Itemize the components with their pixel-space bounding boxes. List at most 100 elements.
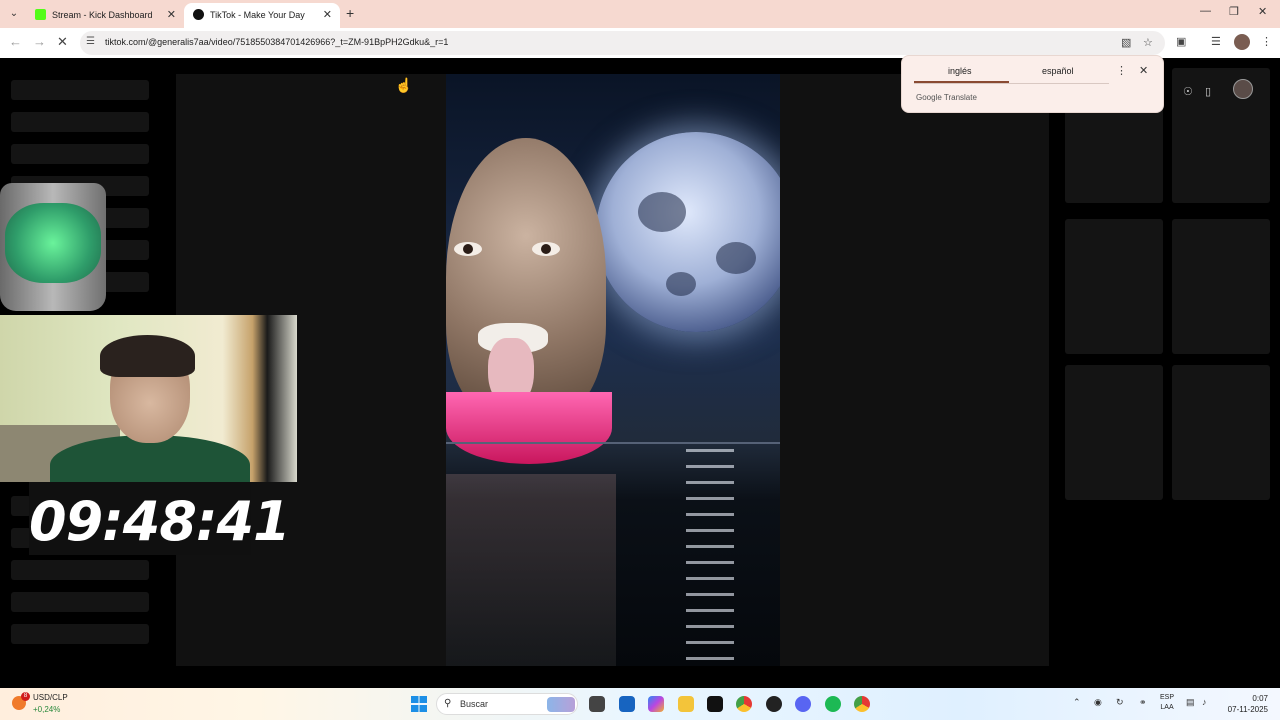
tab-search-chevron-icon[interactable]: ⌄	[6, 6, 22, 22]
chrome-active-icon[interactable]	[854, 696, 870, 712]
extensions-icon[interactable]: ▣	[1176, 35, 1186, 48]
kick-favicon-icon	[35, 9, 46, 20]
search-label: Buscar	[460, 699, 489, 709]
video-thumbnail[interactable]	[1065, 219, 1163, 354]
profile-avatar[interactable]	[1234, 34, 1250, 50]
system-clock[interactable]: 0:07 07-11-2025	[1222, 693, 1268, 715]
tab-kick-dashboard[interactable]: Stream - Kick Dashboard ✕	[26, 3, 184, 28]
source-language-tab[interactable]: inglés	[948, 66, 972, 76]
sidebar-placeholder	[11, 624, 149, 644]
stock-widget-change: +0,24%	[33, 705, 61, 714]
hair-image	[100, 335, 195, 377]
moon-crater	[638, 192, 686, 232]
copilot-icon[interactable]	[648, 696, 664, 712]
bookmark-star-icon[interactable]: ☆	[1143, 36, 1153, 49]
video-frame[interactable]	[446, 74, 780, 666]
active-tab-indicator	[914, 81, 1009, 83]
sidebar-placeholder	[11, 112, 149, 132]
eye-image	[532, 242, 560, 256]
taskbar-search[interactable]: ⚲ Buscar	[436, 693, 578, 715]
kick-jar-overlay	[0, 183, 106, 311]
water-reflection	[446, 474, 616, 666]
eye-image	[454, 242, 482, 256]
stream-timer: 09:48:41	[29, 490, 291, 553]
back-arrow-icon[interactable]: ←	[9, 34, 22, 49]
hand-cursor-icon: ☝	[395, 77, 413, 93]
clock-time: 0:07	[1252, 694, 1268, 703]
site-info-icon[interactable]: ☰	[86, 36, 95, 47]
close-icon[interactable]: ✕	[1139, 64, 1148, 77]
stop-loading-icon[interactable]: ✕	[57, 34, 68, 50]
close-tab-icon[interactable]: ✕	[323, 8, 332, 21]
file-explorer-icon[interactable]	[678, 696, 694, 712]
webcam-overlay	[0, 315, 297, 482]
network-icon[interactable]: ▤	[1186, 697, 1195, 708]
translate-options-icon[interactable]: ⋮	[1116, 64, 1127, 77]
translate-popup: inglés español ⋮ ✕ Google Translate	[901, 55, 1164, 113]
url-text[interactable]: tiktok.com/@generalis7aa/video/751855038…	[105, 37, 448, 47]
tiktok-favicon-icon	[193, 9, 204, 20]
tab-tiktok[interactable]: TikTok - Make Your Day ✕	[184, 3, 340, 28]
moon-crater	[716, 242, 756, 274]
restore-icon[interactable]: ❐	[1229, 5, 1239, 18]
tray-sync-icon[interactable]: ↻	[1116, 697, 1124, 708]
spotify-icon[interactable]	[825, 696, 841, 712]
store-icon[interactable]	[619, 696, 635, 712]
new-tab-button[interactable]: +	[346, 5, 354, 21]
close-window-icon[interactable]: ✕	[1258, 5, 1267, 18]
tray-security-icon[interactable]: ◉	[1094, 697, 1102, 708]
target-language-tab[interactable]: español	[1042, 66, 1074, 76]
sidebar-placeholder	[11, 80, 149, 100]
volume-icon[interactable]: ♪	[1202, 697, 1207, 707]
compass-icon[interactable]: ☉	[1183, 85, 1193, 98]
task-view-icon[interactable]	[589, 696, 605, 712]
stream-timer-box: 09:48:41	[29, 482, 291, 555]
windows-taskbar: 8 USD/CLP +0,24% ⚲ Buscar ⌃ ◉ ↻ ⚭ ESP LA…	[0, 688, 1280, 720]
minimize-icon[interactable]: —	[1200, 5, 1211, 17]
screen: ⌄ Stream - Kick Dashboard ✕ TikTok - Mak…	[0, 0, 1280, 720]
tab-title: TikTok - Make Your Day	[210, 10, 305, 20]
obs-icon[interactable]	[766, 696, 782, 712]
moon-image	[596, 132, 780, 332]
translate-icon[interactable]: ▧	[1121, 36, 1131, 49]
sidebar-placeholder	[11, 560, 149, 580]
sidebar-placeholder	[11, 528, 31, 548]
tab-title: Stream - Kick Dashboard	[52, 10, 153, 20]
more-menu-icon[interactable]: ⋮	[1261, 35, 1272, 48]
user-avatar[interactable]	[1233, 79, 1253, 99]
search-icon: ⚲	[444, 698, 452, 709]
language-top: ESP	[1160, 694, 1175, 701]
horizon-line	[446, 442, 780, 444]
browser-tab-strip: ⌄ Stream - Kick Dashboard ✕ TikTok - Mak…	[0, 0, 1280, 28]
discord-icon[interactable]	[795, 696, 811, 712]
chrome-icon[interactable]	[736, 696, 752, 712]
epic-games-icon[interactable]	[707, 696, 723, 712]
video-thumbnail[interactable]	[1065, 365, 1163, 500]
chevron-up-icon[interactable]: ⌃	[1073, 697, 1081, 708]
media-controls-icon[interactable]: ☰	[1211, 35, 1221, 48]
jar-tokens-image	[5, 203, 101, 283]
sidebar-placeholder	[11, 144, 149, 164]
browser-toolbar: ← → ✕ ☰ tiktok.com/@generalis7aa/video/7…	[0, 28, 1280, 58]
microphone-icon[interactable]: ⚭	[1139, 697, 1147, 708]
tab-divider	[914, 83, 1109, 84]
windows-start-icon[interactable]	[411, 696, 427, 712]
forward-arrow-icon[interactable]: →	[33, 34, 46, 49]
moon-crater	[666, 272, 696, 296]
search-highlight-icon	[547, 697, 575, 712]
sidebar-placeholder	[11, 592, 149, 612]
video-thumbnail[interactable]	[1172, 365, 1270, 500]
moonlight-reflection	[686, 449, 734, 666]
language-bottom: LAA	[1160, 704, 1174, 711]
stock-widget-name[interactable]: USD/CLP	[33, 693, 68, 702]
pink-boat-image	[446, 392, 612, 464]
clock-date: 07-11-2025	[1227, 705, 1268, 714]
phone-icon[interactable]: ▯	[1205, 85, 1211, 98]
close-tab-icon[interactable]: ✕	[167, 8, 176, 21]
face-image	[446, 138, 606, 418]
notification-badge: 8	[21, 692, 30, 701]
translate-brand: Google Translate	[916, 93, 977, 102]
language-indicator[interactable]: ESP LAA	[1160, 693, 1174, 713]
address-bar[interactable]: ☰ tiktok.com/@generalis7aa/video/7518550…	[80, 31, 1165, 55]
video-thumbnail[interactable]	[1172, 219, 1270, 354]
